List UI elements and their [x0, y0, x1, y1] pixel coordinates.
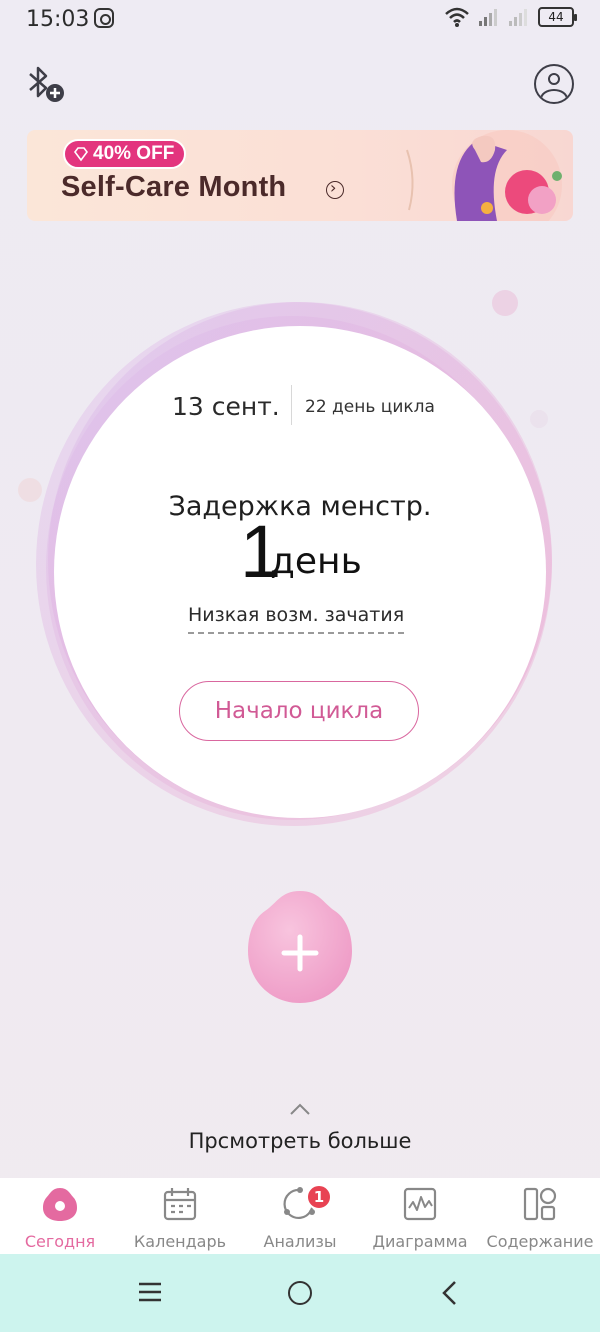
profile-icon[interactable]	[534, 64, 574, 104]
recent-apps-icon[interactable]	[138, 1280, 162, 1304]
plus-icon	[248, 891, 352, 1003]
bottom-nav: Сегодня Календарь 1 Анализы Диаграмма Со…	[0, 1178, 600, 1254]
status-icons: 44	[444, 6, 577, 28]
system-nav-bar	[0, 1254, 600, 1332]
arrow-right-circle-icon	[326, 178, 344, 199]
today-icon	[43, 1188, 77, 1221]
discount-text: 40% OFF	[93, 143, 175, 164]
content-icon	[523, 1187, 557, 1221]
instagram-icon	[94, 8, 114, 28]
cycle-start-button[interactable]: Начало цикла	[179, 681, 419, 741]
signal-icon	[509, 9, 527, 26]
wifi-icon	[445, 7, 469, 27]
status-bar: 15:03 44	[0, 0, 600, 40]
banner-illustration	[406, 130, 562, 221]
nav-item-calendar[interactable]: Календарь	[120, 1178, 240, 1254]
nav-label: Диаграмма	[372, 1232, 468, 1251]
period-delay-label: Задержка менстр.	[168, 491, 432, 522]
bluetooth-add-icon[interactable]	[24, 64, 66, 104]
banner-title: Self-Care Month	[61, 171, 287, 203]
period-delay-unit: день	[270, 541, 362, 582]
chevron-up-icon[interactable]	[289, 1102, 311, 1116]
status-time: 15:03	[26, 7, 90, 32]
nav-item-content[interactable]: Содержание	[480, 1178, 600, 1254]
nav-label: Сегодня	[24, 1232, 96, 1251]
notification-badge: 1	[306, 1184, 332, 1210]
nav-item-today[interactable]: Сегодня	[0, 1178, 120, 1254]
profile-body	[540, 89, 568, 102]
nav-item-analysis[interactable]: 1 Анализы	[240, 1178, 360, 1254]
add-button[interactable]	[247, 889, 353, 1005]
cycle-day: 22 день цикла	[305, 397, 435, 417]
nav-label: Содержание	[486, 1232, 594, 1251]
back-icon[interactable]	[440, 1280, 458, 1306]
fertility-status[interactable]: Низкая возм. зачатия	[188, 604, 405, 634]
home-icon[interactable]	[288, 1281, 312, 1305]
date-divider	[291, 385, 292, 425]
chart-icon	[403, 1187, 437, 1221]
promo-banner[interactable]: 40% OFF Self-Care Month	[27, 130, 573, 221]
see-more-link[interactable]: Прсмотреть больше	[0, 1129, 600, 1153]
nav-label: Анализы	[263, 1232, 337, 1251]
nav-item-chart[interactable]: Диаграмма	[360, 1178, 480, 1254]
signal-icon	[479, 9, 497, 26]
diamond-icon	[74, 147, 88, 162]
profile-head	[548, 73, 560, 85]
battery-icon: 44	[538, 7, 577, 27]
nav-label: Календарь	[133, 1232, 227, 1251]
discount-badge: 40% OFF	[63, 139, 187, 169]
calendar-icon	[163, 1188, 197, 1221]
current-date: 13 сент.	[172, 392, 280, 421]
